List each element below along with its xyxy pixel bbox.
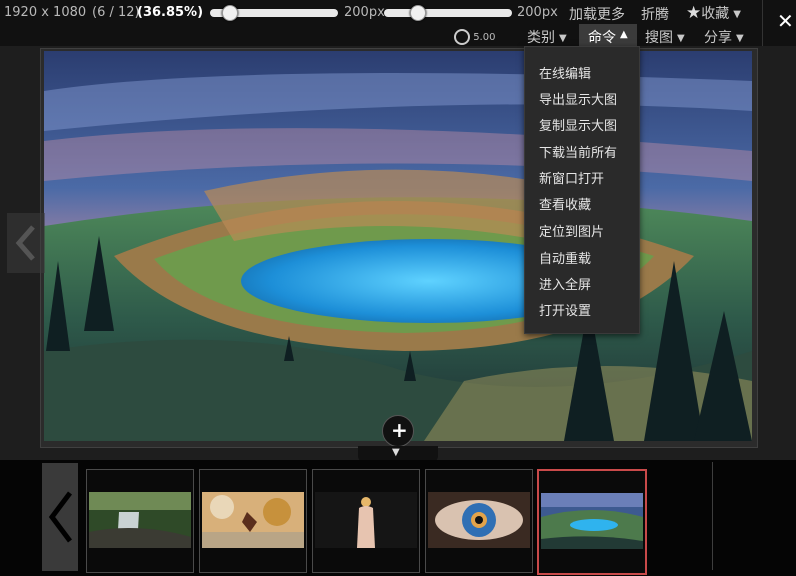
crater-lake-thumb <box>541 493 643 549</box>
star-icon: ★ <box>686 3 702 23</box>
triangle-down-icon: ▼ <box>392 447 400 458</box>
caret-down-icon: ▼ <box>736 33 744 44</box>
menu-item-copy-image[interactable]: 复制显示大图 <box>539 115 617 134</box>
category-label: 类别 <box>527 30 555 46</box>
previous-image-button[interactable] <box>7 213 45 273</box>
thumbnail-3[interactable] <box>312 469 420 573</box>
command-menu-button[interactable]: 命令 ▲ <box>579 24 637 46</box>
share-menu[interactable]: 分享 ▼ <box>704 27 744 47</box>
close-icon: ✕ <box>777 9 794 33</box>
fold-button[interactable]: 折腾 <box>641 4 669 24</box>
close-button[interactable]: ✕ <box>762 0 796 46</box>
thumbnail-5-active[interactable] <box>537 469 647 575</box>
image-resolution: 1920 x 1080 <box>4 5 87 20</box>
thumbnail-2[interactable] <box>199 469 307 573</box>
search-image-label: 搜图 <box>645 30 673 46</box>
menu-item-fullscreen[interactable]: 进入全屏 <box>539 274 591 293</box>
command-label: 命令 <box>588 30 616 46</box>
menu-item-auto-reload[interactable]: 自动重载 <box>539 248 591 267</box>
size-slider-1-handle[interactable] <box>222 5 238 21</box>
chevron-left-icon <box>15 225 35 261</box>
woman-figure-thumb <box>315 492 417 548</box>
image-index: (6 / 12) <box>92 5 140 20</box>
filmstrip-prev-button[interactable] <box>42 463 78 571</box>
thumbnail-4[interactable] <box>425 469 533 573</box>
command-dropdown: 在线编辑 导出显示大图 复制显示大图 下载当前所有 新窗口打开 查看收藏 定位到… <box>524 46 640 334</box>
caret-up-icon: ▲ <box>620 29 628 40</box>
thumbnail-1[interactable] <box>86 469 194 573</box>
caret-down-icon: ▼ <box>677 33 685 44</box>
crater-lake-artwork <box>44 51 752 441</box>
plus-icon: + <box>391 418 408 442</box>
chevron-left-icon <box>48 491 72 543</box>
category-menu[interactable]: 类别 ▼ <box>527 27 567 47</box>
menu-item-view-favorites[interactable]: 查看收藏 <box>539 194 591 213</box>
add-button[interactable]: + <box>382 415 414 447</box>
menu-item-export-image[interactable]: 导出显示大图 <box>539 89 617 108</box>
eye-closeup-thumb <box>428 492 530 548</box>
zoom-level: (36.85%) <box>137 5 204 20</box>
rating-control[interactable]: 5.00 <box>454 29 495 45</box>
size-slider-2[interactable] <box>384 9 512 17</box>
rating-circle-icon <box>454 29 470 45</box>
size-slider-2-handle[interactable] <box>410 5 426 21</box>
top-toolbar: 1920 x 1080 (6 / 12) (36.85%) 200px 200p… <box>0 0 796 46</box>
share-label: 分享 <box>704 30 732 46</box>
autumn-leaves-thumb <box>202 492 304 548</box>
menu-item-open-settings[interactable]: 打开设置 <box>539 300 591 319</box>
rating-value: 5.00 <box>473 32 496 43</box>
load-more-button[interactable]: 加载更多 <box>569 4 625 24</box>
search-image-menu[interactable]: 搜图 ▼ <box>645 27 685 47</box>
filmstrip-divider <box>712 462 713 570</box>
size-slider-2-value: 200px <box>517 5 558 20</box>
size-slider-1-value: 200px <box>344 5 385 20</box>
favorite-button[interactable]: ★收藏 ▼ <box>686 3 741 23</box>
caret-down-icon: ▼ <box>559 33 567 44</box>
menu-item-locate-image[interactable]: 定位到图片 <box>539 221 604 240</box>
forest-waterfall-thumb <box>89 492 191 548</box>
menu-item-new-window[interactable]: 新窗口打开 <box>539 168 604 187</box>
menu-item-online-edit[interactable]: 在线编辑 <box>539 63 591 82</box>
menu-item-download-all[interactable]: 下载当前所有 <box>539 142 617 161</box>
main-image[interactable] <box>44 51 752 441</box>
favorite-label: 收藏 <box>701 6 730 22</box>
caret-down-icon: ▼ <box>733 9 741 20</box>
